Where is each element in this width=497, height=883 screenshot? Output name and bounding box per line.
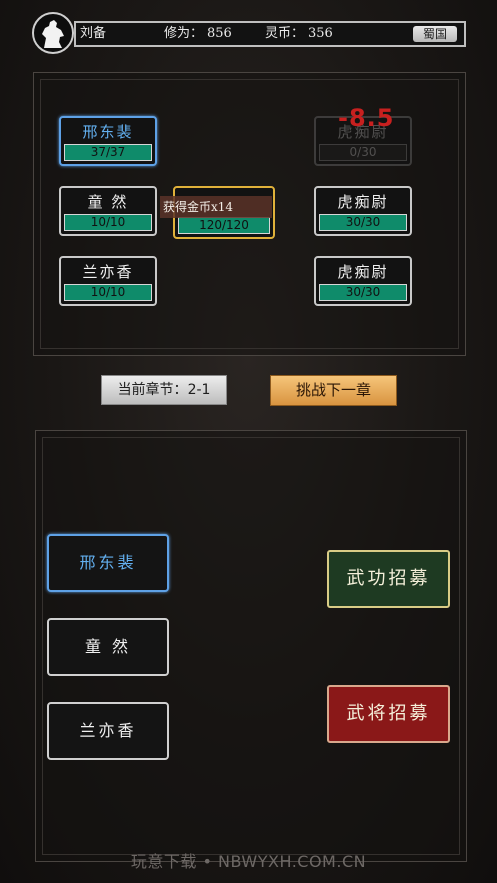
chapter-label: 当前章节：: [117, 382, 188, 398]
hp-text: 0/30: [349, 145, 377, 159]
hero-name: 虎痴尉: [337, 193, 389, 211]
hp-text: 30/30: [345, 215, 381, 229]
cultivation-value: 856: [207, 26, 232, 41]
general-recruit-button[interactable]: 武将招募: [327, 685, 450, 743]
next-chapter-button[interactable]: 挑战下一章: [270, 375, 397, 406]
ally-card-2[interactable]: 童 然 10/10: [59, 186, 157, 236]
ally-card-3[interactable]: 兰亦香 10/10: [59, 256, 157, 306]
warrior-silhouette-icon: [42, 20, 64, 48]
hp-bar: 30/30: [319, 284, 407, 301]
hero-name: 邢东裴: [82, 123, 134, 141]
coins-label: 灵币：: [265, 26, 305, 41]
chapter-value: 2-1: [187, 382, 211, 398]
hp-text: 10/10: [90, 215, 126, 229]
hp-text: 10/10: [90, 285, 126, 299]
player-avatar[interactable]: [32, 12, 74, 54]
hp-bar: 10/10: [64, 214, 152, 231]
martial-recruit-button[interactable]: 武功招募: [327, 550, 450, 608]
hp-bar: 0/30: [319, 144, 407, 161]
hp-text: 120/120: [199, 218, 249, 232]
hp-text: 37/37: [90, 145, 126, 159]
hero-name: 虎痴尉: [337, 263, 389, 281]
hp-bar: 37/37: [64, 144, 152, 161]
coins-value: 356: [308, 26, 333, 41]
hero-name: 童 然: [87, 193, 129, 211]
damage-popup: -8.5: [338, 104, 395, 132]
enemy-card-3[interactable]: 虎痴尉 30/30: [314, 256, 412, 306]
roster-hero-2[interactable]: 童 然: [47, 618, 169, 676]
current-chapter: 当前章节：2-1: [101, 375, 227, 405]
reward-popup: 获得金币x14: [160, 196, 272, 218]
player-name: 刘备: [80, 26, 107, 41]
hp-bar: 120/120: [178, 217, 270, 234]
hp-bar: 30/30: [319, 214, 407, 231]
roster-hero-3[interactable]: 兰亦香: [47, 702, 169, 760]
cultivation-label: 修为：: [164, 26, 204, 41]
ally-card-1[interactable]: 邢东裴 37/37: [59, 116, 157, 166]
hp-bar: 10/10: [64, 284, 152, 301]
kingdom-badge[interactable]: 蜀国: [413, 26, 457, 42]
hp-text: 30/30: [345, 285, 381, 299]
player-status-bar: 刘备 修为： 856 灵币： 356 蜀国: [74, 21, 466, 47]
roster-hero-1[interactable]: 邢东裴: [47, 534, 169, 592]
hero-name: 兰亦香: [82, 263, 134, 281]
watermark: 玩意下载 • NBWYXH.COM.CN: [130, 852, 367, 871]
enemy-card-2[interactable]: 虎痴尉 30/30: [314, 186, 412, 236]
